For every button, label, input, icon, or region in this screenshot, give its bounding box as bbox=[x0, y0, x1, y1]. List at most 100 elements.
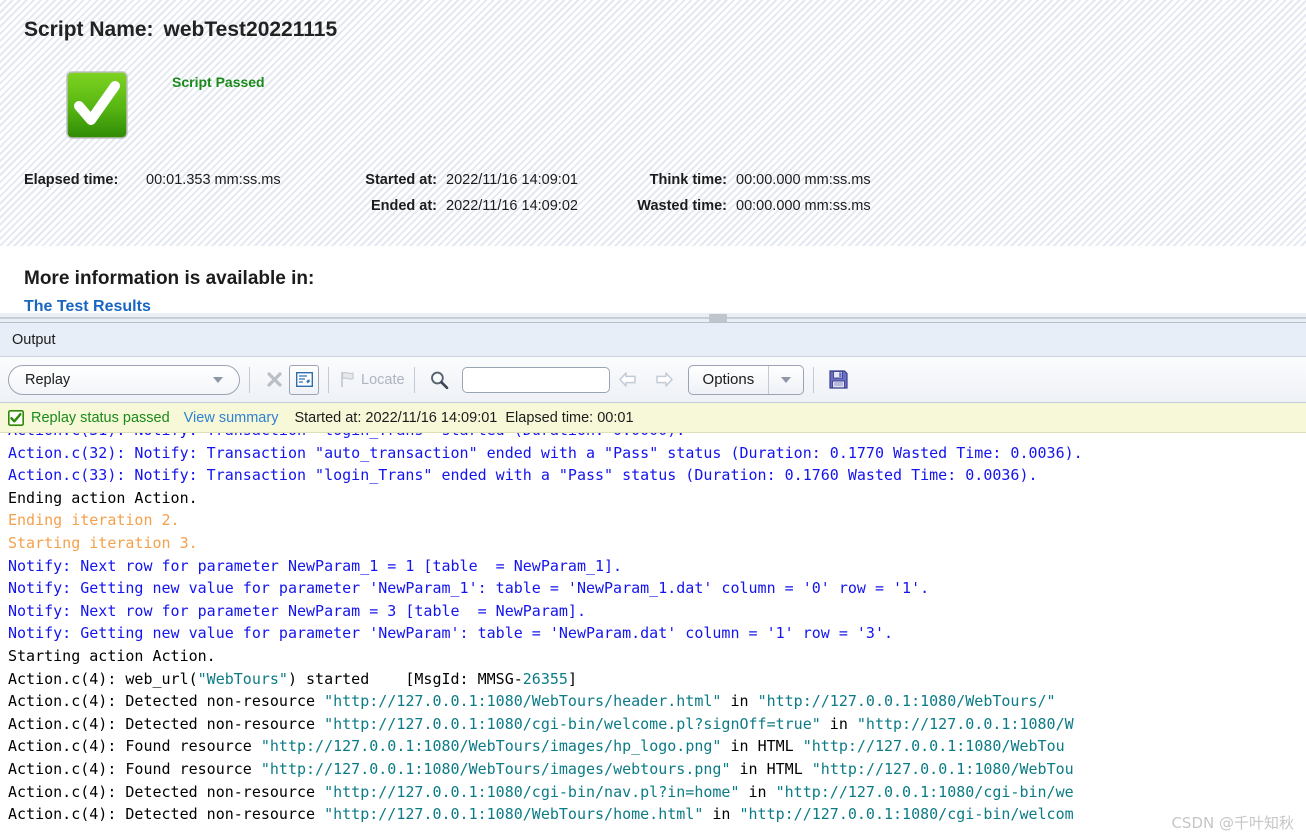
log-segment: "http://127.0.0.1:1080/cgi-bin/welcome.p… bbox=[324, 714, 821, 733]
flag-icon bbox=[341, 371, 354, 387]
log-line: Notify: Getting new value for parameter … bbox=[8, 577, 1083, 600]
log-segment: Notify: Next row for parameter NewParam_… bbox=[8, 556, 623, 575]
blank-cell bbox=[24, 198, 146, 214]
log-segment: Notify: Getting new value for parameter … bbox=[8, 624, 894, 643]
log-line: Action.c(33): Notify: Transaction "login… bbox=[8, 464, 1083, 487]
clear-output-button[interactable] bbox=[259, 365, 289, 395]
log-line: Notify: Getting new value for parameter … bbox=[8, 622, 1083, 645]
output-source-select[interactable]: Replay bbox=[8, 364, 240, 395]
log-segment: ] bbox=[567, 669, 577, 688]
wasted-time-value: 00:00.000 mm:ss.ms bbox=[736, 198, 871, 214]
output-source-value: Replay bbox=[25, 371, 71, 388]
splitter-grip[interactable] bbox=[709, 314, 727, 322]
log-line: Action.c(31): Notify: Transaction "login… bbox=[8, 433, 1083, 442]
log-segment: "http://127.0.0.1:1080/WebTours/images/h… bbox=[260, 737, 722, 756]
log-segment: Starting iteration 3. bbox=[8, 533, 198, 552]
more-information-pane: More information is available in: The Te… bbox=[0, 246, 1306, 322]
log-line: Action.c(4): Detected non-resource "http… bbox=[8, 690, 1083, 713]
log-segment: Action.c(4): web_url( bbox=[8, 669, 198, 688]
log-line: Starting action Action. bbox=[8, 645, 1083, 668]
log-line: Ending action Action. bbox=[8, 487, 1083, 510]
arrow-right-icon bbox=[655, 372, 673, 387]
log-segment: ) started [MsgId: MMSG- bbox=[287, 669, 523, 688]
log-segment: "http://127.0.0.1:1080/cgi-bin/we bbox=[775, 782, 1074, 801]
replay-status-bar: Replay status passed View summary Starte… bbox=[0, 403, 1306, 433]
output-log-lines: Action.c(31): Notify: Transaction "login… bbox=[8, 433, 1083, 826]
view-summary-link[interactable]: View summary bbox=[184, 410, 279, 426]
log-segment: Notify: Next row for parameter NewParam … bbox=[8, 601, 586, 620]
search-input[interactable] bbox=[461, 366, 610, 393]
options-button[interactable]: Options bbox=[687, 364, 805, 395]
find-next-button[interactable] bbox=[649, 365, 679, 395]
log-segment: in bbox=[703, 805, 740, 824]
log-segment: Action.c(4): Detected non-resource bbox=[8, 692, 325, 711]
log-segment: in bbox=[739, 782, 776, 801]
log-segment: "http://127.0.0.1:1080/WebTours/header.h… bbox=[324, 692, 722, 711]
chevron-down-icon[interactable] bbox=[781, 376, 792, 383]
locate-button[interactable]: Locate bbox=[338, 370, 405, 389]
word-wrap-icon bbox=[295, 372, 313, 387]
log-segment: Action.c(33): Notify: Transaction "login… bbox=[8, 466, 1038, 485]
log-line: Action.c(4): Found resource "http://127.… bbox=[8, 758, 1083, 781]
log-segment: in bbox=[820, 714, 857, 733]
log-segment: Ending action Action. bbox=[8, 488, 198, 507]
more-information-title: More information is available in: bbox=[24, 268, 315, 289]
log-line: Action.c(4): web_url("WebTours") started… bbox=[8, 668, 1083, 691]
log-segment: "http://127.0.0.1:1080/WebTours/home.htm… bbox=[324, 805, 704, 824]
blank-cell-2 bbox=[146, 198, 346, 214]
log-segment: Action.c(31): Notify: Transaction "login… bbox=[8, 433, 685, 439]
log-line: Starting iteration 3. bbox=[8, 532, 1083, 555]
script-pass-text: Script Passed bbox=[172, 74, 265, 90]
log-line: Action.c(4): Detected non-resource "http… bbox=[8, 781, 1083, 804]
log-segment: Action.c(4): Found resource bbox=[8, 737, 261, 756]
panel-splitter[interactable] bbox=[0, 313, 1306, 322]
magnifier-icon bbox=[430, 371, 448, 389]
script-name-value: webTest20221115 bbox=[163, 18, 338, 41]
log-segment: ended with a "Pass" status (Duration: 0.… bbox=[477, 443, 1083, 462]
log-segment: in HTML bbox=[730, 759, 812, 778]
elapsed-time-label: Elapsed time: bbox=[24, 172, 119, 188]
green-check-icon bbox=[66, 71, 128, 139]
script-name-row: Script Name: webTest20221115 bbox=[24, 18, 337, 42]
replay-status-text: Replay status passed bbox=[31, 409, 170, 426]
arrow-left-icon bbox=[618, 372, 636, 387]
log-segment: Ending iteration 2. bbox=[8, 511, 180, 530]
script-name-label: Script Name: bbox=[24, 18, 154, 41]
script-summary-pane: Script Name: webTest20221115 Script Passe… bbox=[0, 0, 1306, 246]
log-segment: "http://127.0.0.1:1080/W bbox=[856, 714, 1074, 733]
log-segment: 26355 bbox=[522, 669, 568, 688]
toolbar-separator-2 bbox=[328, 366, 329, 393]
splitter-bar bbox=[0, 317, 1306, 319]
log-line: Action.c(4): Detected non-resource "http… bbox=[8, 803, 1083, 826]
ended-at-label: Ended at: bbox=[370, 198, 437, 214]
options-label: Options bbox=[702, 371, 755, 388]
toolbar-separator-1 bbox=[249, 366, 250, 393]
save-output-button[interactable] bbox=[823, 365, 853, 395]
green-checkbox-icon bbox=[8, 409, 24, 426]
log-segment: "http://127.0.0.1:1080/WebTours/" bbox=[757, 692, 1056, 711]
toolbar-separator-4 bbox=[813, 366, 815, 393]
find-previous-button[interactable] bbox=[613, 365, 643, 395]
output-panel-header: Output bbox=[0, 323, 1306, 357]
clear-x-icon bbox=[266, 372, 282, 387]
log-segment: "http://127.0.0.1:1080/cgi-bin/welcom bbox=[739, 805, 1074, 824]
log-segment: Action.c(32): Notify: Transaction bbox=[8, 443, 316, 462]
log-segment: "http://127.0.0.1:1080/WebTou bbox=[811, 759, 1074, 778]
log-segment: Starting action Action. bbox=[8, 646, 216, 665]
log-line: Notify: Next row for parameter NewParam_… bbox=[8, 555, 1083, 578]
word-wrap-button[interactable] bbox=[289, 364, 319, 395]
output-log-area[interactable]: Action.c(31): Notify: Transaction "login… bbox=[0, 433, 1306, 838]
log-segment: Action.c(4): Detected non-resource bbox=[8, 782, 325, 801]
output-panel: Output Replay Locate Options Replay stat… bbox=[0, 322, 1306, 838]
log-segment: Action.c(4): Detected non-resource bbox=[8, 714, 325, 733]
search-button[interactable] bbox=[424, 365, 454, 395]
log-segment: Action.c(4): Detected non-resource bbox=[8, 805, 325, 824]
log-segment: "http://127.0.0.1:1080/WebTours/images/w… bbox=[260, 759, 731, 778]
log-segment: "http://127.0.0.1:1080/cgi-bin/nav.pl?in… bbox=[324, 782, 740, 801]
timings-grid: Elapsed time: 00:01.353 mm:ss.ms Started… bbox=[24, 172, 936, 214]
log-segment: Action.c(4): Found resource bbox=[8, 759, 261, 778]
locate-label: Locate bbox=[361, 371, 405, 388]
options-divider bbox=[768, 365, 770, 394]
log-line: Action.c(4): Found resource "http://127.… bbox=[8, 735, 1083, 758]
log-line: Action.c(4): Detected non-resource "http… bbox=[8, 713, 1083, 736]
